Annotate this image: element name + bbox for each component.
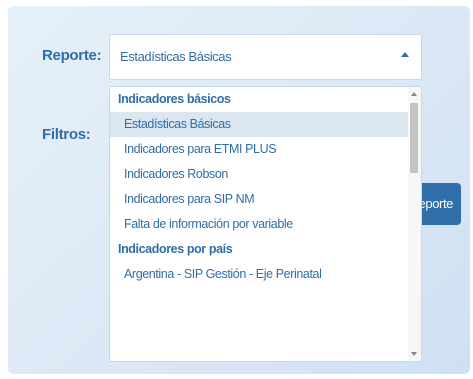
scroll-up-arrow-icon[interactable]	[411, 92, 417, 96]
filters-label: Filtros:	[42, 126, 91, 143]
report-select-value: Estadísticas Básicas	[120, 49, 232, 64]
chevron-up-icon	[401, 52, 409, 57]
option-indicadores-robson[interactable]: Indicadores Robson	[110, 162, 408, 187]
option-estadisticas-basicas[interactable]: Estadísticas Básicas	[110, 112, 408, 137]
scroll-down-arrow-icon[interactable]	[411, 352, 417, 356]
dropdown-options: Indicadores básicos Estadísticas Básicas…	[110, 87, 408, 287]
dropdown-scrollbar[interactable]	[408, 87, 421, 361]
report-dropdown-list[interactable]: Indicadores básicos Estadísticas Básicas…	[109, 86, 422, 362]
report-select[interactable]: Estadísticas Básicas	[109, 34, 422, 80]
option-falta-informacion[interactable]: Falta de información por variable	[110, 212, 408, 237]
option-indicadores-sip-nm[interactable]: Indicadores para SIP NM	[110, 187, 408, 212]
group-header-basic-indicators: Indicadores básicos	[118, 92, 231, 106]
report-label: Reporte:	[42, 47, 102, 64]
report-form-panel: Reporte: Filtros: eporte Estadísticas Bá…	[8, 6, 470, 374]
scrollbar-thumb[interactable]	[410, 103, 418, 173]
option-indicadores-etmi-plus[interactable]: Indicadores para ETMI PLUS	[110, 137, 408, 162]
group-header-country-indicators: Indicadores por país	[118, 242, 233, 256]
option-argentina-sip-gestion[interactable]: Argentina - SIP Gestión - Eje Perinatal	[110, 262, 408, 287]
